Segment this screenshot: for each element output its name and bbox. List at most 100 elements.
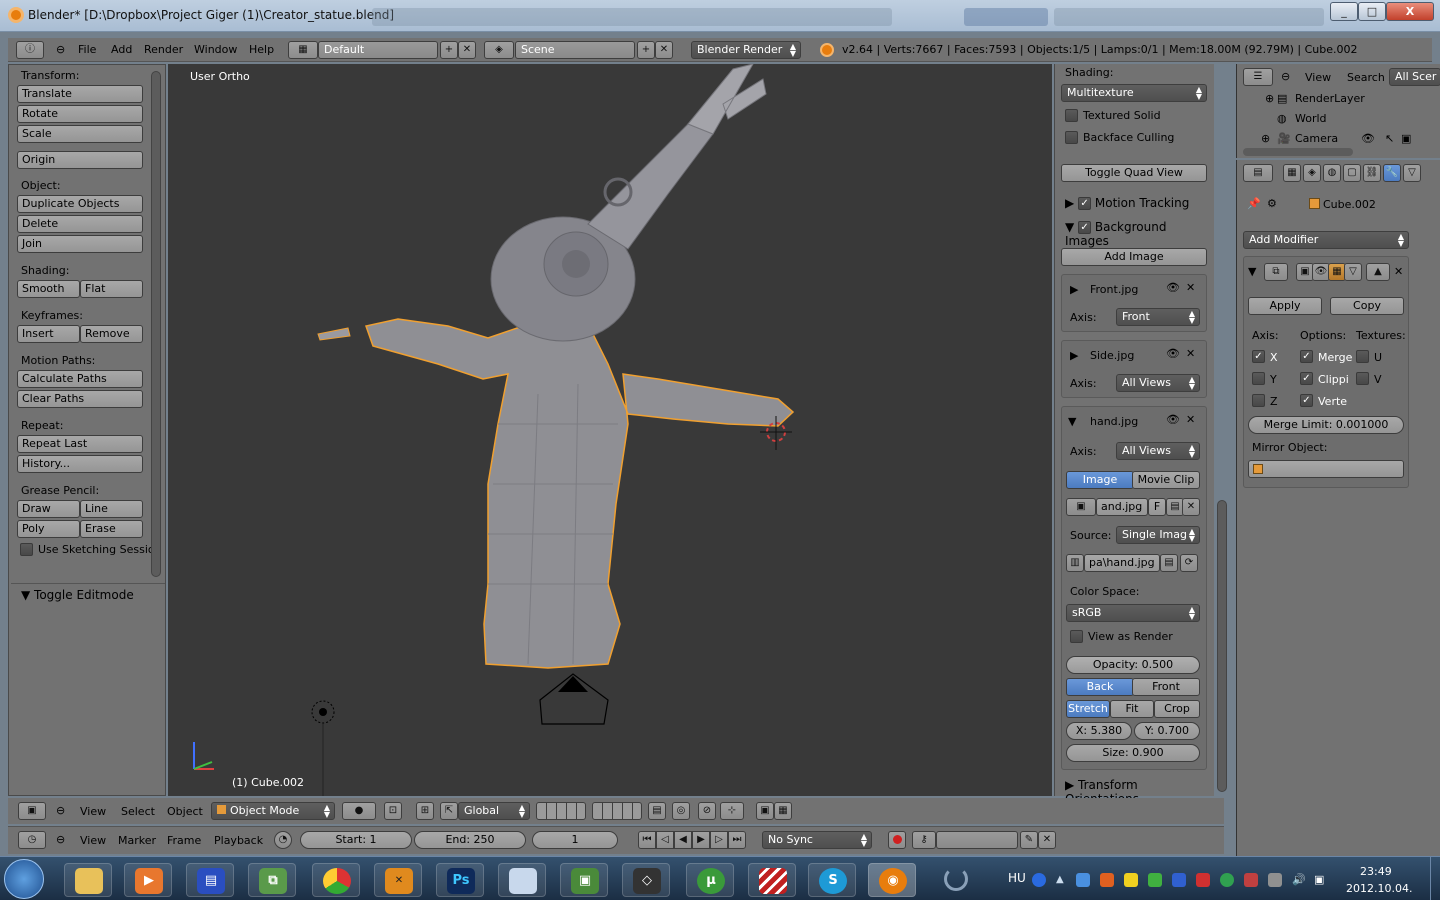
chat-task[interactable]: ✕ <box>374 863 422 897</box>
layers-group-1[interactable] <box>536 802 586 820</box>
image-tab[interactable]: Image <box>1066 471 1134 489</box>
modifiers-tab-icon[interactable]: 🔧 <box>1383 164 1401 182</box>
join-button[interactable]: Join <box>17 235 143 253</box>
menu-add[interactable]: Add <box>111 43 132 56</box>
flat-button[interactable]: Flat <box>80 280 143 298</box>
repeat-last-button[interactable]: Repeat Last <box>17 435 143 453</box>
axis-select[interactable]: Front ▲ ▼ <box>1116 308 1200 326</box>
scene-icon[interactable]: ◈ <box>484 41 514 59</box>
remove-keyframe-button[interactable]: Remove <box>80 325 143 343</box>
select-arrow-icon[interactable]: ↖ <box>1385 132 1394 145</box>
eye-icon[interactable]: 👁 <box>1166 347 1180 360</box>
save-task[interactable]: ▤ <box>186 863 234 897</box>
tray-icon-2[interactable] <box>1100 873 1114 887</box>
render-engine-select[interactable]: Blender Render ▲ ▼ <box>691 41 801 59</box>
origin-button[interactable]: Origin <box>17 151 143 169</box>
tray-icon-4[interactable] <box>1148 873 1162 887</box>
merge-checkbox[interactable]: ✓ <box>1300 350 1313 363</box>
tray-icon-5[interactable] <box>1172 873 1186 887</box>
clock-date[interactable]: 2012.10.04. <box>1346 882 1412 895</box>
scene-field[interactable]: Scene <box>515 41 635 59</box>
add-image-button[interactable]: Add Image <box>1061 248 1207 266</box>
screen-layout-icon[interactable]: ▦ <box>288 41 318 59</box>
axis-select[interactable]: All Views ▲ ▼ <box>1116 442 1200 460</box>
axis-y-checkbox[interactable] <box>1252 372 1265 385</box>
preview-range-icon[interactable]: ◔ <box>274 831 292 849</box>
reload-icon[interactable]: ⟳ <box>1180 554 1198 572</box>
data-tab-icon[interactable]: ▽ <box>1403 164 1421 182</box>
source-select[interactable]: Single Imag ▲ ▼ <box>1116 526 1200 544</box>
insert-keyframe-button[interactable]: Insert <box>17 325 80 343</box>
merge-limit-field[interactable]: Merge Limit: 0.001000 <box>1248 416 1404 434</box>
add-scene-icon[interactable]: + <box>637 41 655 59</box>
add-modifier-select[interactable]: Add Modifier ▲ ▼ <box>1243 231 1409 249</box>
menu-view[interactable]: View <box>80 834 106 847</box>
clock-time[interactable]: 23:49 <box>1360 865 1392 878</box>
statue-body-mesh[interactable] <box>365 318 795 669</box>
language-indicator[interactable]: HU <box>1008 871 1026 885</box>
remove-layout-icon[interactable]: ✕ <box>458 41 476 59</box>
mirror-object-field[interactable] <box>1248 460 1404 478</box>
duplicate-objects-button[interactable]: Duplicate Objects <box>17 195 143 213</box>
outliner-item-world[interactable]: World <box>1295 112 1327 125</box>
snap-element-icon[interactable]: ⊹ <box>720 802 744 820</box>
photoshop-task[interactable]: Ps <box>436 863 484 897</box>
motion-tracking-panel[interactable]: ▶ ✓ Motion Tracking <box>1065 196 1189 210</box>
tray-icon-6[interactable] <box>1196 873 1210 887</box>
blender-task[interactable]: ◉ <box>868 863 916 897</box>
background-images-panel[interactable]: ▼ ✓ Background Images <box>1065 220 1214 248</box>
menu-frame[interactable]: Frame <box>167 834 201 847</box>
3d-view-editor-icon[interactable]: ▣ <box>18 802 46 820</box>
n-panel-scrollbar[interactable] <box>1217 500 1227 792</box>
outliner-view-menu[interactable]: View <box>1305 71 1331 84</box>
menu-object[interactable]: Object <box>167 805 203 818</box>
texture-u-checkbox[interactable] <box>1356 350 1369 363</box>
poly-button[interactable]: Poly <box>17 520 80 538</box>
image-browse-icon[interactable]: ▣ <box>1066 498 1096 516</box>
vertex-groups-checkbox[interactable]: ✓ <box>1300 394 1313 407</box>
close-button[interactable]: X <box>1386 2 1434 21</box>
start-button[interactable] <box>4 859 44 899</box>
world-tab-icon[interactable]: ◍ <box>1323 164 1341 182</box>
back-button[interactable]: Back <box>1066 678 1134 696</box>
shading-mode-select[interactable]: Multitexture ▲ ▼ <box>1061 84 1207 102</box>
add-layout-icon[interactable]: + <box>440 41 458 59</box>
tray-icon-7[interactable] <box>1220 873 1234 887</box>
render-icon[interactable]: ▣ <box>1401 132 1411 145</box>
viewport-shading-icon[interactable]: ● <box>342 802 376 820</box>
collapse-icon[interactable]: ▼ <box>1248 265 1256 278</box>
action-center-icon[interactable] <box>1268 873 1282 887</box>
eye-icon[interactable]: 👁 <box>1166 281 1180 294</box>
motion-tracking-checkbox[interactable]: ✓ <box>1078 197 1092 210</box>
play-reverse-icon[interactable]: ◀ <box>674 831 692 849</box>
textured-solid-checkbox[interactable] <box>1065 109 1078 122</box>
render-still-icon[interactable]: ▣ <box>756 802 774 820</box>
translate-button[interactable]: Translate <box>17 85 143 103</box>
image-name-field[interactable]: and.jpg <box>1096 498 1148 516</box>
network-status-icon[interactable]: ▣ <box>1314 873 1328 887</box>
utorrent-task[interactable]: µ <box>686 863 734 897</box>
movie-clip-tab[interactable]: Movie Clip <box>1132 471 1200 489</box>
dropbox-tray-icon[interactable] <box>1076 873 1090 887</box>
3d-viewport[interactable]: User Ortho (1) Cube.002 <box>168 64 1052 796</box>
outliner-scrollbar[interactable] <box>1243 148 1353 156</box>
display-mode-select[interactable]: All Scer <box>1389 68 1440 86</box>
unity-task[interactable]: ◇ <box>622 863 670 897</box>
insert-keyframe-icon[interactable]: ✎ <box>1020 831 1038 849</box>
remove-image-icon[interactable]: ✕ <box>1186 413 1195 426</box>
constraints-tab-icon[interactable]: ⛓ <box>1363 164 1381 182</box>
pack-icon[interactable]: ▥ <box>1066 554 1084 572</box>
menu-window[interactable]: Window <box>194 43 237 56</box>
offset-y-field[interactable]: Y: 0.700 <box>1134 722 1200 740</box>
fake-user-button[interactable]: F <box>1148 498 1166 516</box>
calculator-task[interactable] <box>498 863 546 897</box>
show-cage-icon[interactable]: ▽ <box>1344 263 1362 281</box>
menu-file[interactable]: File <box>78 43 96 56</box>
info-editor-icon[interactable]: ⓘ <box>16 41 44 59</box>
tray-icon-3[interactable] <box>1124 873 1138 887</box>
crop-button[interactable]: Crop <box>1154 700 1200 718</box>
tool-shelf-scrollbar[interactable] <box>151 71 161 577</box>
size-field[interactable]: Size: 0.900 <box>1066 744 1200 762</box>
keying-set-icon[interactable]: ⚷ <box>912 831 936 849</box>
record-icon[interactable] <box>888 831 906 849</box>
